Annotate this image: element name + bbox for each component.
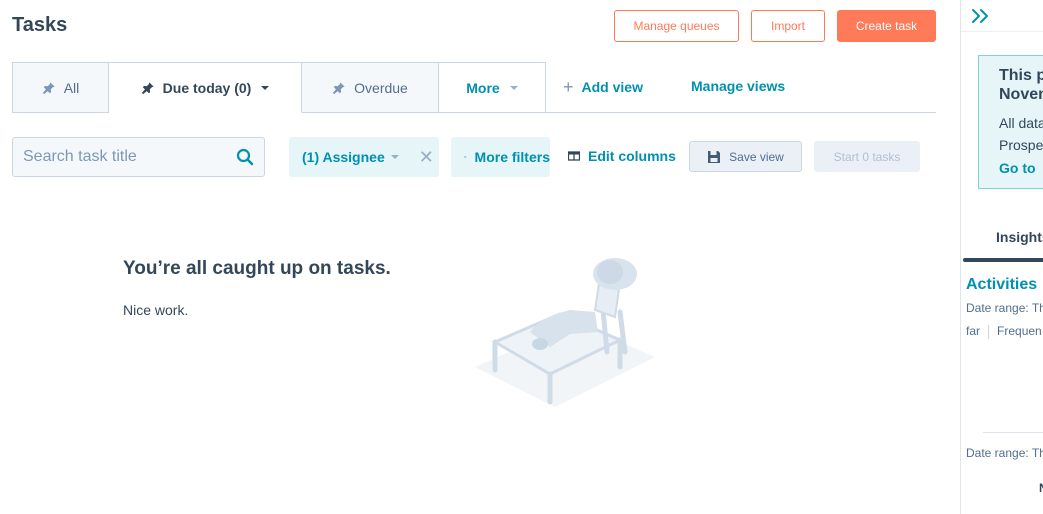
tab-more[interactable]: More: [439, 62, 546, 113]
add-view-link[interactable]: + Add view: [563, 78, 643, 96]
right-sidebar: This p Noven All data Prospe Go to Insig…: [960, 0, 1043, 514]
filter-frequency[interactable]: Frequen: [997, 324, 1042, 338]
import-button[interactable]: Import: [751, 10, 825, 42]
add-view-label: Add view: [581, 79, 643, 95]
date-range-label-2: Date range: Th: [966, 446, 1043, 460]
columns-icon: [568, 151, 580, 161]
tab-label: All: [63, 79, 80, 96]
search-input[interactable]: [23, 148, 236, 166]
clear-filter-icon[interactable]: ✕: [419, 147, 434, 168]
sidebar-bottom-text: N: [1039, 481, 1043, 495]
notice-title-2: Noven: [999, 86, 1043, 103]
notice-body-2: Prospe: [999, 137, 1043, 153]
notice-title-1: This p: [999, 67, 1043, 84]
separator: [988, 324, 990, 339]
more-filters-label: More filters: [474, 149, 550, 165]
search-icon[interactable]: [236, 148, 254, 166]
caret-down-icon: [261, 85, 270, 90]
create-task-button[interactable]: Create task: [837, 10, 936, 42]
page-title: Tasks: [12, 14, 68, 36]
sidebar-notice: This p Noven All data Prospe Go to: [978, 55, 1043, 189]
sidebar-tab-insights[interactable]: Insights: [996, 229, 1043, 245]
edit-columns-label: Edit columns: [588, 148, 676, 164]
date-range-label: Date range: Th: [966, 301, 1043, 315]
pin-icon: [141, 81, 154, 94]
double-chevron-right-icon[interactable]: [971, 8, 991, 24]
edit-columns-link[interactable]: Edit columns: [568, 148, 676, 164]
tab-label: Overdue: [354, 79, 408, 96]
empty-state-title: You’re all caught up on tasks.: [123, 258, 391, 279]
pin-icon: [333, 81, 345, 94]
sliders-icon: [464, 155, 467, 159]
notice-link[interactable]: Go to: [999, 160, 1043, 176]
sidebar-divider: [983, 432, 1043, 433]
notice-body-1: All data: [999, 115, 1043, 131]
save-icon: [708, 150, 721, 163]
caret-down-icon: [509, 85, 518, 90]
empty-state-subtitle: Nice work.: [123, 302, 189, 318]
manage-views-link[interactable]: Manage views: [691, 78, 785, 94]
relaxing-person-illustration: [475, 258, 655, 407]
search-box[interactable]: [12, 137, 265, 177]
tab-due-today[interactable]: Due today (0): [109, 62, 302, 113]
tasks-main: Tasks Manage queues Import Create task A…: [0, 0, 960, 514]
tab-all[interactable]: All: [12, 62, 109, 113]
activities-title[interactable]: Activities: [966, 276, 1037, 294]
filter-left[interactable]: far: [966, 324, 980, 338]
start-tasks-button[interactable]: Start 0 tasks: [814, 141, 920, 172]
assignee-filter-label: (1) Assignee: [302, 149, 385, 165]
plus-icon: +: [563, 77, 574, 97]
caret-down-icon: [390, 155, 399, 159]
save-view-label: Save view: [729, 149, 784, 164]
activity-filters: far Frequen: [966, 324, 1042, 339]
view-tabs: All Due today (0) Overdue More: [12, 62, 546, 113]
tab-overdue[interactable]: Overdue: [302, 62, 439, 113]
tab-label: Due today (0): [162, 79, 252, 96]
manage-queues-button[interactable]: Manage queues: [614, 10, 739, 42]
active-tab-indicator: [963, 258, 1043, 262]
tab-label: More: [466, 79, 500, 96]
tabs-divider: [545, 112, 936, 113]
assignee-filter[interactable]: (1) Assignee ✕: [289, 137, 439, 177]
pin-icon: [42, 81, 55, 94]
save-view-button[interactable]: Save view: [689, 141, 802, 172]
sidebar-header: [961, 0, 1043, 32]
more-filters-button[interactable]: More filters: [451, 137, 550, 177]
